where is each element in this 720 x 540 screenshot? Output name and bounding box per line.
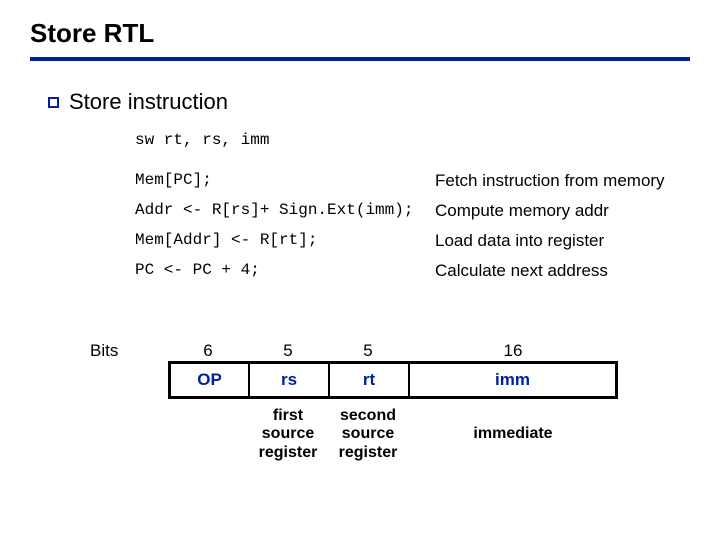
rtl-step: PC <- PC + 4; Calculate next address [135,261,690,281]
field-desc-row: firstsourceregister secondsourceregister… [90,399,690,462]
rtl-code: Addr <- R[rs]+ Sign.Ext(imm); [135,201,435,221]
instruction-syntax: sw rt, rs, imm [135,131,690,149]
field-desc: immediate [408,417,618,443]
bits-cell: 5 [328,341,408,361]
bits-cell: 6 [168,341,248,361]
field-desc [168,427,248,435]
field-desc: firstsourceregister [248,399,328,462]
rtl-step: Addr <- R[rs]+ Sign.Ext(imm); Compute me… [135,201,690,221]
rtl-step: Mem[Addr] <- R[rt]; Load data into regis… [135,231,690,251]
field-cell: imm [408,361,618,399]
bits-row: Bits 6 5 5 16 [90,341,690,361]
field-desc: secondsourceregister [328,399,408,462]
instruction-format-table: Bits 6 5 5 16 OP rs rt imm firstsourcere… [90,341,690,462]
field-cell: rs [248,361,328,399]
slide-title: Store RTL [30,18,690,49]
bits-cell: 16 [408,341,618,361]
rtl-desc: Fetch instruction from memory [435,171,665,191]
bits-label: Bits [90,341,168,361]
rtl-steps: Mem[PC]; Fetch instruction from memory A… [135,171,690,281]
field-cell: OP [168,361,248,399]
rtl-code: PC <- PC + 4; [135,261,435,281]
section-heading-text: Store instruction [69,89,228,115]
bits-cell: 5 [248,341,328,361]
rtl-desc: Compute memory addr [435,201,609,221]
section-heading: Store instruction [48,89,690,115]
rtl-desc: Load data into register [435,231,604,251]
field-cell: rt [328,361,408,399]
title-rule [30,57,690,61]
fields-row: OP rs rt imm [90,361,690,399]
square-bullet-icon [48,97,59,108]
rtl-code: Mem[Addr] <- R[rt]; [135,231,435,251]
rtl-desc: Calculate next address [435,261,608,281]
rtl-step: Mem[PC]; Fetch instruction from memory [135,171,690,191]
rtl-code: Mem[PC]; [135,171,435,191]
